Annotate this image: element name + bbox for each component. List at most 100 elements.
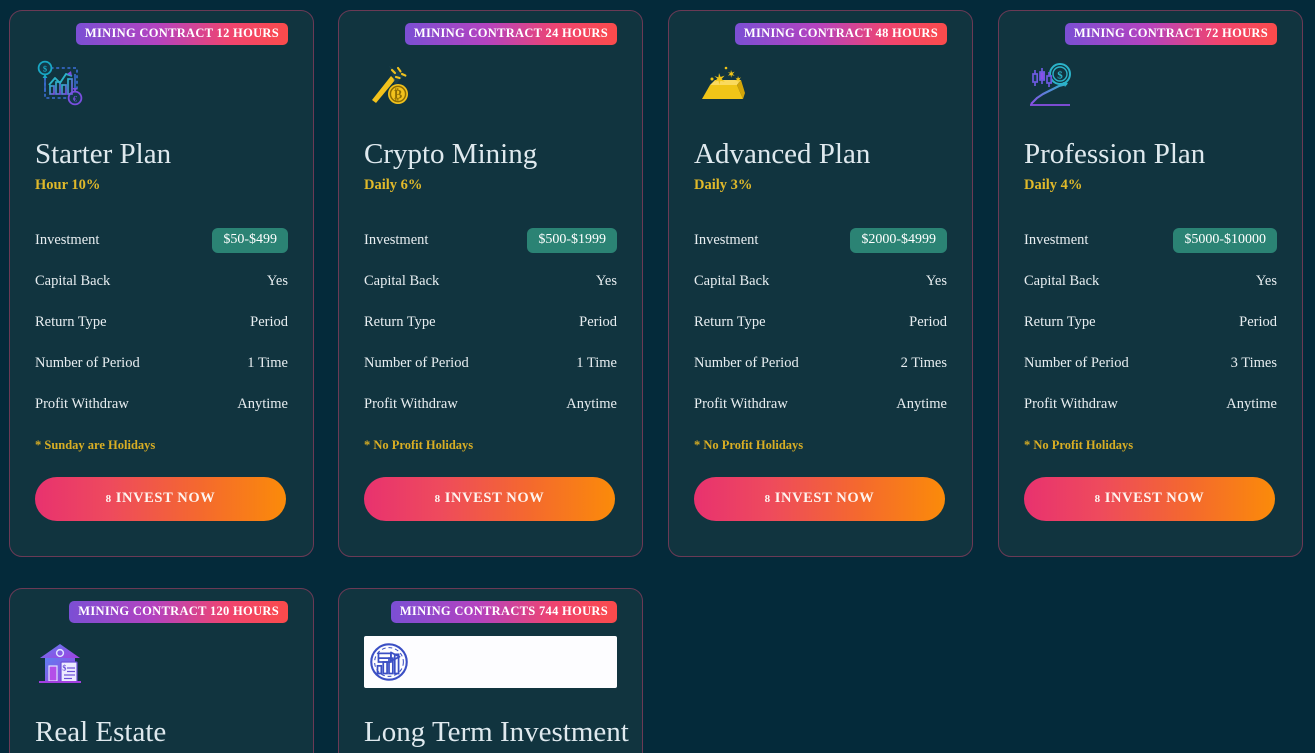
invest-now-button[interactable]: 8 INVEST NOW [1024,476,1275,521]
spec-label-return-type: Return Type [35,313,107,330]
invest-glyph-icon: 8 [1094,493,1101,506]
spec-value-number-of-period: 3 Times [1230,354,1277,371]
plan-spec-list: Investment $50-$499 Capital Back Yes Return … [35,220,288,425]
badge-wrap: MINING CONTRACT 48 HOURS [694,11,947,45]
circular-bar-chart-growth-icon [364,635,617,688]
spec-row-profit-withdraw: Profit Withdraw Anytime [364,384,617,425]
spec-row-profit-withdraw: Profit Withdraw Anytime [1024,384,1277,425]
badge-wrap: MINING CONTRACT 24 HOURS [364,11,617,45]
plan-rate: Daily 6% [364,176,423,193]
spec-row-investment: Investment $500-$1999 [364,220,617,261]
spec-value-return-type: Period [579,313,617,330]
plan-title: Long Term Investment [364,715,629,748]
invest-glyph-icon: 8 [764,493,771,506]
spec-label-number-of-period: Number of Period [1024,354,1129,371]
spec-row-number-of-period: Number of Period 3 Times [1024,343,1277,384]
spec-label-investment: Investment [35,231,100,248]
svg-text:$: $ [43,64,47,73]
plan-note: * No Profit Holidays [1024,437,1134,452]
spec-label-return-type: Return Type [364,313,436,330]
spec-label-profit-withdraw: Profit Withdraw [694,395,788,412]
spec-value-capital-back: Yes [595,272,617,289]
spec-label-capital-back: Capital Back [35,272,111,289]
svg-text:$: $ [62,663,66,672]
contract-badge: MINING CONTRACT 24 HOURS [404,23,617,45]
plan-card[interactable]: MINING CONTRACT 48 HOURS Advanced Plan Dai… [668,10,973,557]
plan-rate: Daily 4% [1024,176,1083,193]
spec-label-profit-withdraw: Profit Withdraw [364,395,458,412]
plan-spec-list: Investment $2000-$4999 Capital Back Yes Retu… [694,220,947,425]
spec-value-return-type: Period [909,313,947,330]
spec-label-return-type: Return Type [1024,313,1096,330]
svg-text:$: $ [1057,69,1063,81]
plan-card[interactable]: MINING CONTRACT 120 HOURS$Real EstateDai… [9,588,314,753]
contract-badge: MINING CONTRACTS 744 HOURS [390,601,617,623]
contract-badge: MINING CONTRACT 120 HOURS [69,601,288,623]
spec-row-capital-back: Capital Back Yes [1024,261,1277,302]
spec-value-return-type: Period [250,313,288,330]
invest-now-label: INVEST NOW [1104,490,1205,507]
spec-value-investment: $2000-$4999 [850,227,947,253]
spec-row-number-of-period: Number of Period 1 Time [35,343,288,384]
badge-wrap: MINING CONTRACT 72 HOURS [1024,11,1277,45]
plan-title: Starter Plan [35,137,172,170]
spec-row-investment: Investment $2000-$4999 [694,220,947,261]
spec-row-return-type: Return Type Period [1024,302,1277,343]
invest-now-button[interactable]: 8 INVEST NOW [694,476,945,521]
spec-row-profit-withdraw: Profit Withdraw Anytime [694,384,947,425]
plan-title: Advanced Plan [694,137,871,170]
contract-badge: MINING CONTRACT 48 HOURS [734,23,947,45]
spec-value-capital-back: Yes [266,272,288,289]
plan-card[interactable]: MINING CONTRACT 72 HOURS $ Profession Plan… [998,10,1303,557]
chart-dollar-euro-growth-icon: $ € [35,58,288,110]
spec-row-profit-withdraw: Profit Withdraw Anytime [35,384,288,425]
plan-card[interactable]: MINING CONTRACTS 744 HOURS Long Term Inve… [338,588,643,753]
plan-rate: Daily 3% [694,176,753,193]
spec-value-capital-back: Yes [1255,272,1277,289]
badge-wrap: MINING CONTRACT 12 HOURS [35,11,288,45]
spec-label-return-type: Return Type [694,313,766,330]
spec-row-return-type: Return Type Period [35,302,288,343]
spec-value-number-of-period: 1 Time [247,354,288,371]
contract-badge: MINING CONTRACT 72 HOURS [1064,23,1277,45]
invest-now-label: INVEST NOW [444,490,545,507]
spec-label-number-of-period: Number of Period [694,354,799,371]
candlestick-dollar-growth-icon: $ [1024,58,1277,110]
house-invoice-icon: $ [35,636,288,688]
contract-badge: MINING CONTRACT 12 HOURS [75,23,288,45]
spec-label-profit-withdraw: Profit Withdraw [35,395,129,412]
plan-note: * No Profit Holidays [694,437,804,452]
plan-card[interactable]: MINING CONTRACT 12 HOURS $ € Starter Plan Ho… [9,10,314,557]
invest-now-label: INVEST NOW [774,490,875,507]
plan-title: Profession Plan [1024,137,1206,170]
spec-value-return-type: Period [1239,313,1277,330]
spec-row-investment: Investment $5000-$10000 [1024,220,1277,261]
svg-text:₿: ₿ [394,87,402,101]
plan-note: * Sunday are Holidays [35,437,156,452]
spec-row-investment: Investment $50-$499 [35,220,288,261]
spec-row-return-type: Return Type Period [694,302,947,343]
spec-label-capital-back: Capital Back [694,272,770,289]
invest-now-button[interactable]: 8 INVEST NOW [364,476,615,521]
spec-row-return-type: Return Type Period [364,302,617,343]
plan-title: Real Estate [35,715,167,748]
plan-spec-list: Investment $5000-$10000 Capital Back Yes Ret… [1024,220,1277,425]
badge-wrap: MINING CONTRACT 120 HOURS [35,589,288,623]
spec-value-profit-withdraw: Anytime [566,395,617,412]
spec-row-number-of-period: Number of Period 2 Times [694,343,947,384]
spec-value-profit-withdraw: Anytime [237,395,288,412]
spec-value-profit-withdraw: Anytime [896,395,947,412]
spec-value-number-of-period: 2 Times [900,354,947,371]
spec-value-investment: $50-$499 [212,227,288,253]
spec-value-investment: $5000-$10000 [1173,227,1277,253]
plan-note: * No Profit Holidays [364,437,474,452]
plan-card[interactable]: MINING CONTRACT 24 HOURS ₿ Crypto Mining Da… [338,10,643,557]
invest-now-button[interactable]: 8 INVEST NOW [35,476,286,521]
spec-label-number-of-period: Number of Period [35,354,140,371]
invest-glyph-icon: 8 [105,493,112,506]
spec-row-number-of-period: Number of Period 1 Time [364,343,617,384]
spec-row-capital-back: Capital Back Yes [364,261,617,302]
plans-grid: MINING CONTRACT 12 HOURS $ € Starter Plan Ho… [0,0,1315,753]
plan-spec-list: Investment $500-$1999 Capital Back Yes Retur… [364,220,617,425]
spec-label-investment: Investment [1024,231,1089,248]
